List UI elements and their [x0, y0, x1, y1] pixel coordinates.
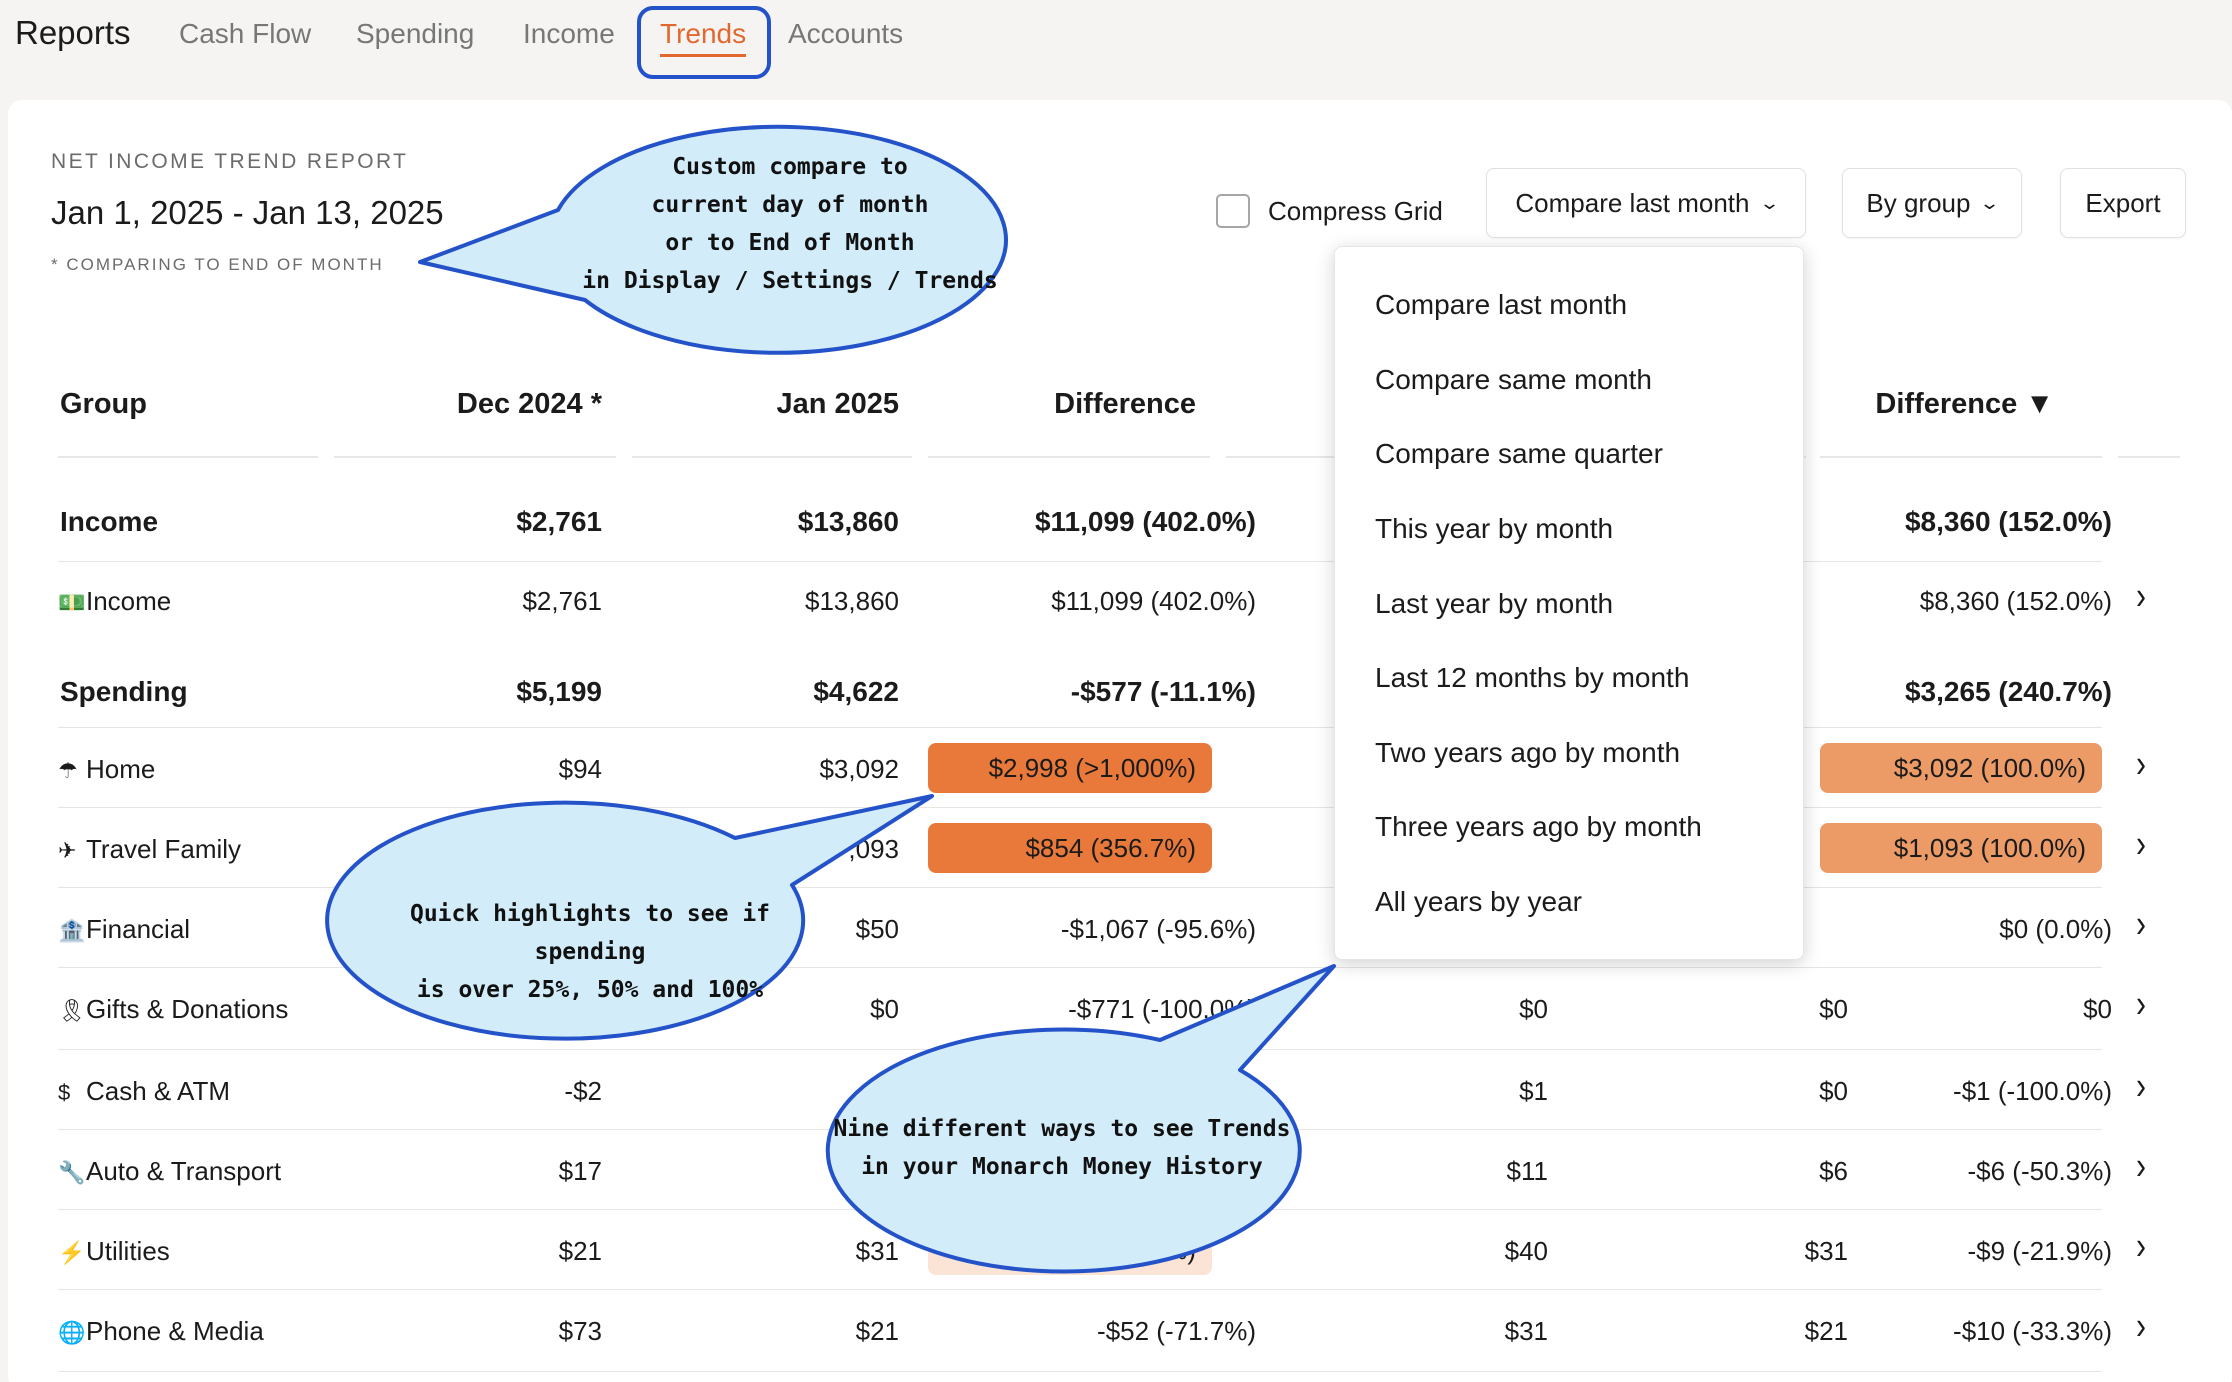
callout-text-top: Custom compare to current day of month o…: [582, 154, 998, 294]
callout-text-middle: Quick highlights to see if spending is o…: [409, 901, 771, 1003]
callout-text-bottom: Nine different ways to see Trends in you…: [833, 1116, 1291, 1180]
